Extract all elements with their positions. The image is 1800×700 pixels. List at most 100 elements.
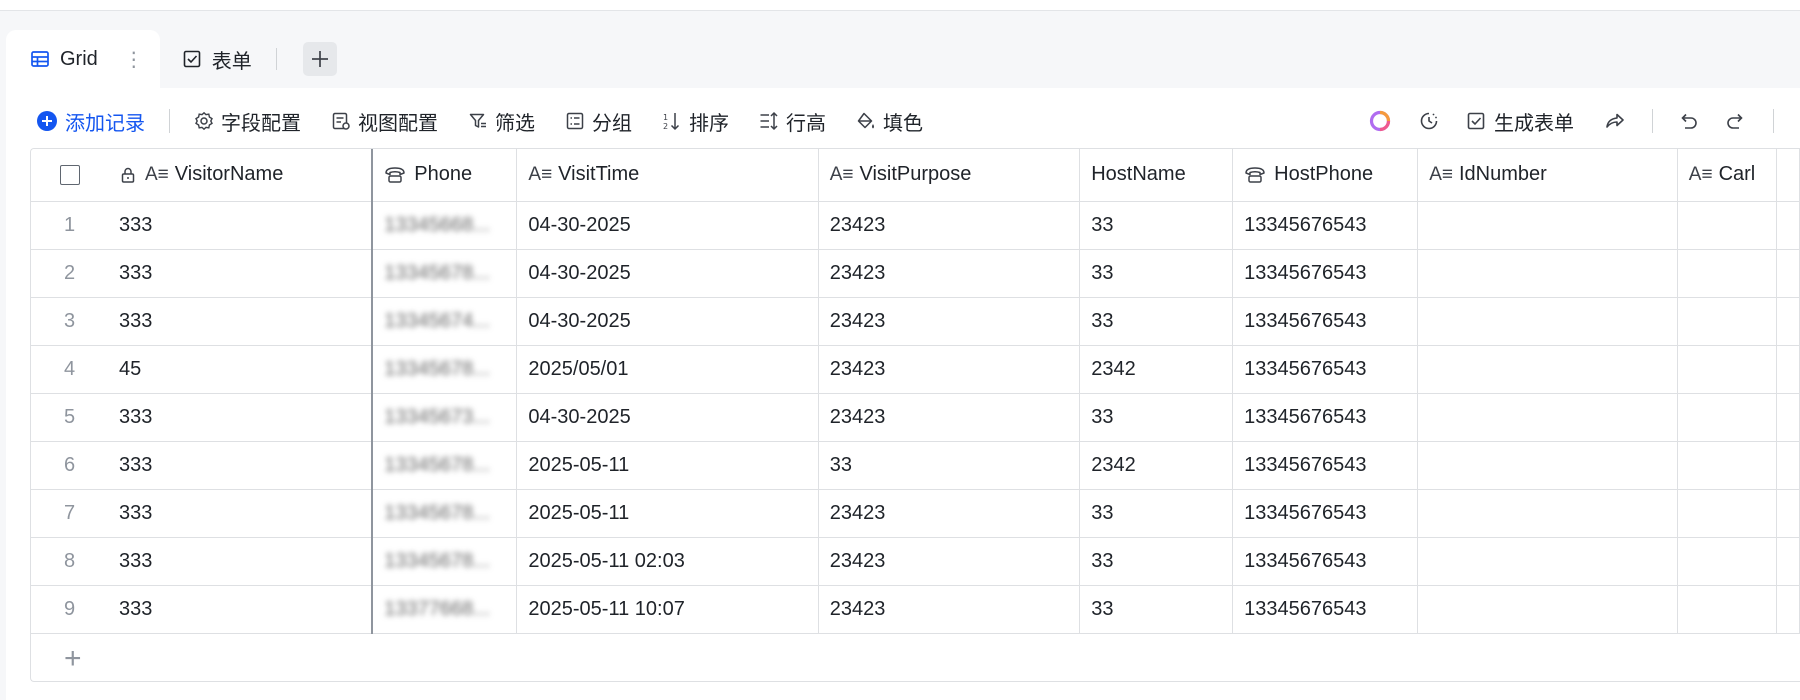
cell-visitor[interactable]: 45 [108, 345, 374, 394]
table-row[interactable]: 6 333 13345678... 2025-05-11 33 2342 133456765… [31, 441, 1800, 490]
share-button[interactable] [1604, 110, 1626, 132]
cell-host[interactable]: 33 [1079, 201, 1234, 250]
more-vertical-icon[interactable]: ⋮ [124, 47, 144, 72]
cell-visitor[interactable]: 333 [108, 297, 374, 346]
cell-host[interactable]: 2342 [1079, 345, 1234, 394]
cell-phone[interactable]: 13377668... [372, 585, 518, 634]
cell-purpose[interactable]: 23423 [818, 537, 1081, 586]
ai-assistant-button[interactable] [1368, 109, 1392, 133]
undo-button[interactable] [1677, 110, 1699, 132]
cell-visitor[interactable]: 333 [108, 537, 374, 586]
select-all-cell[interactable] [31, 149, 108, 202]
column-header-visitpurpose[interactable]: A≡ VisitPurpose [818, 149, 1081, 202]
column-header-hostphone[interactable]: HostPhone [1232, 149, 1419, 202]
cell-visitor[interactable]: 333 [108, 585, 374, 634]
cell-time[interactable]: 2025-05-11 10:07 [516, 585, 819, 634]
cell-car[interactable] [1677, 393, 1778, 442]
cell-phone[interactable]: 13345673... [372, 393, 518, 442]
cell-phone[interactable]: 13345674... [372, 297, 518, 346]
cell-phone[interactable]: 13345678... [372, 345, 518, 394]
field-config-button[interactable]: 字段配置 [194, 107, 301, 136]
redo-button[interactable] [1725, 110, 1747, 132]
tab-grid[interactable]: Grid ⋮ [6, 30, 160, 88]
cell-car[interactable] [1677, 297, 1778, 346]
cell-host[interactable]: 2342 [1079, 441, 1234, 490]
sort-button[interactable]: 1 2 排序 [662, 107, 729, 136]
cell-host-phone[interactable]: 13345676543 [1232, 201, 1419, 250]
cell-host-phone[interactable]: 13345676543 [1232, 489, 1419, 538]
cell-time[interactable]: 04-30-2025 [516, 297, 819, 346]
cell-time[interactable]: 2025/05/01 [516, 345, 819, 394]
cell-host-phone[interactable]: 13345676543 [1232, 537, 1419, 586]
cell-visitor[interactable]: 333 [108, 489, 374, 538]
table-row[interactable]: 8 333 13345678... 2025-05-11 02:03 23423 33 13… [31, 537, 1800, 586]
cell-host[interactable]: 33 [1079, 249, 1234, 298]
add-row-plus-icon[interactable]: + [42, 642, 82, 675]
cell-purpose[interactable]: 23423 [818, 393, 1081, 442]
column-header-hostname[interactable]: HostName [1079, 149, 1234, 202]
cell-visitor[interactable]: 333 [108, 441, 374, 490]
tab-form[interactable]: 表单 [160, 30, 274, 88]
cell-host[interactable]: 33 [1079, 393, 1234, 442]
cell-id[interactable] [1417, 249, 1678, 298]
cell-car[interactable] [1677, 585, 1778, 634]
cell-phone[interactable]: 13345678... [372, 441, 518, 490]
cell-car[interactable] [1677, 489, 1778, 538]
column-header-car[interactable]: A≡ Carl [1677, 149, 1778, 202]
cell-host-phone[interactable]: 13345676543 [1232, 297, 1419, 346]
cell-time[interactable]: 04-30-2025 [516, 393, 819, 442]
cell-phone[interactable]: 13345678... [372, 489, 518, 538]
cell-car[interactable] [1677, 345, 1778, 394]
cell-id[interactable] [1417, 201, 1678, 250]
cell-purpose[interactable]: 23423 [818, 297, 1081, 346]
cell-purpose[interactable]: 23423 [818, 249, 1081, 298]
cell-car[interactable] [1677, 441, 1778, 490]
column-header-visittime[interactable]: A≡ VisitTime [516, 149, 819, 202]
cell-phone[interactable]: 13345668... [372, 201, 518, 250]
cell-id[interactable] [1417, 489, 1678, 538]
fill-color-button[interactable]: 填色 [856, 107, 923, 136]
cell-host-phone[interactable]: 13345676543 [1232, 441, 1419, 490]
cell-time[interactable]: 2025-05-11 [516, 441, 819, 490]
cell-purpose[interactable]: 33 [818, 441, 1081, 490]
select-all-checkbox[interactable] [59, 164, 80, 185]
cell-purpose[interactable]: 23423 [818, 489, 1081, 538]
cell-phone[interactable]: 13345678... [372, 537, 518, 586]
table-row[interactable]: 2 333 13345678... 04-30-2025 23423 33 13345676… [31, 249, 1800, 298]
cell-id[interactable] [1417, 585, 1678, 634]
cell-time[interactable]: 04-30-2025 [516, 249, 819, 298]
cell-car[interactable] [1677, 201, 1778, 250]
table-row[interactable]: 5 333 13345673... 04-30-2025 23423 33 13345676… [31, 393, 1800, 442]
cell-time[interactable]: 2025-05-11 [516, 489, 819, 538]
table-row[interactable]: 3 333 13345674... 04-30-2025 23423 33 13345676… [31, 297, 1800, 346]
view-config-button[interactable]: 视图配置 [331, 107, 438, 136]
cell-host[interactable]: 33 [1079, 489, 1234, 538]
history-button[interactable] [1418, 110, 1440, 132]
cell-visitor[interactable]: 333 [108, 249, 374, 298]
cell-host[interactable]: 33 [1079, 537, 1234, 586]
cell-host-phone[interactable]: 13345676543 [1232, 585, 1419, 634]
table-row[interactable]: 9 333 13377668... 2025-05-11 10:07 23423 33 13… [31, 585, 1800, 634]
cell-purpose[interactable]: 23423 [818, 585, 1081, 634]
filter-button[interactable]: 筛选 [468, 107, 535, 136]
cell-host[interactable]: 33 [1079, 585, 1234, 634]
cell-purpose[interactable]: 23423 [818, 201, 1081, 250]
cell-phone[interactable]: 13345678... [372, 249, 518, 298]
column-header-phone[interactable]: Phone [372, 149, 518, 202]
cell-time[interactable]: 2025-05-11 02:03 [516, 537, 819, 586]
column-header-visitorname[interactable]: A≡ VisitorName [108, 149, 374, 202]
cell-id[interactable] [1417, 537, 1678, 586]
cell-car[interactable] [1677, 537, 1778, 586]
group-button[interactable]: 分组 [565, 107, 632, 136]
cell-host-phone[interactable]: 13345676543 [1232, 393, 1419, 442]
cell-purpose[interactable]: 23423 [818, 345, 1081, 394]
table-row[interactable]: 4 45 13345678... 2025/05/01 23423 2342 1334567… [31, 345, 1800, 394]
cell-visitor[interactable]: 333 [108, 201, 374, 250]
table-row[interactable]: 1 333 13345668... 04-30-2025 23423 33 13345676… [31, 201, 1800, 250]
cell-host-phone[interactable]: 13345676543 [1232, 345, 1419, 394]
row-height-button[interactable]: 行高 [759, 107, 826, 136]
cell-time[interactable]: 04-30-2025 [516, 201, 819, 250]
generate-form-button[interactable]: 生成表单 [1466, 107, 1574, 136]
cell-id[interactable] [1417, 297, 1678, 346]
cell-car[interactable] [1677, 249, 1778, 298]
